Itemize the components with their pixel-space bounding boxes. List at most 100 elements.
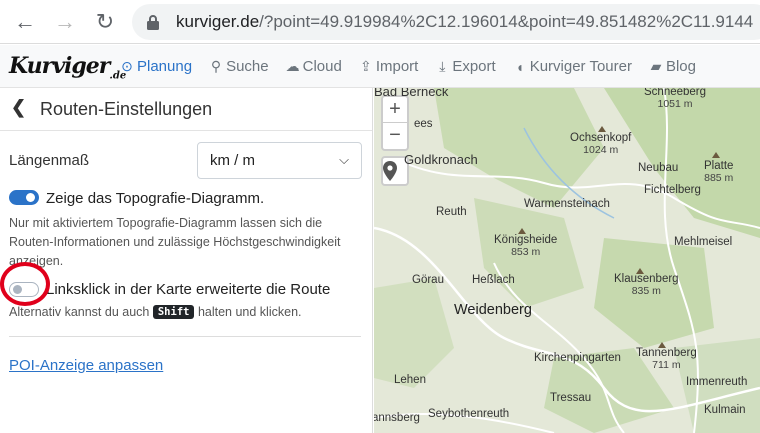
- menu-item-suche[interactable]: ⚲ Suche: [209, 58, 269, 75]
- menu-label: Cloud: [302, 58, 342, 75]
- menu-item-planung[interactable]: ⊙ Planung: [120, 58, 192, 75]
- compass-icon: ⊙: [121, 58, 133, 74]
- unit-label: Längenmaß: [9, 152, 90, 169]
- map-label: Kulmain: [704, 404, 746, 416]
- book-icon: ▰: [650, 58, 662, 74]
- map-label: Kirchenpingarten: [534, 352, 621, 364]
- poi-settings-link[interactable]: POI-Anzeige anpassen: [9, 357, 163, 374]
- map-label: Tressau: [550, 392, 592, 404]
- place-name: Königsheide: [494, 234, 558, 246]
- back-arrow-icon[interactable]: ←: [12, 9, 38, 35]
- page-title: Routen-Einstellungen: [40, 99, 213, 119]
- topo-diagram-toggle[interactable]: [9, 190, 39, 205]
- kurviger-logo[interactable]: Kurviger.de: [9, 53, 126, 81]
- menu-label: Kurviger Tourer: [529, 58, 632, 75]
- map-label: Fichtelberg: [644, 184, 701, 196]
- topo-diagram-help: Nur mit aktiviertem Topografie-Diagramm …: [9, 216, 341, 268]
- map-label: Warmensteinach: [524, 198, 610, 210]
- place-elevation: 885 m: [704, 172, 734, 184]
- reload-icon[interactable]: ↻: [92, 9, 118, 35]
- peak-icon: [598, 126, 606, 132]
- map-label: Görau: [412, 274, 444, 286]
- map-label: Immenreuth: [686, 376, 748, 388]
- divider: [9, 336, 361, 337]
- place-name: Schneeberg: [644, 88, 707, 98]
- zoom-out-button[interactable]: −: [383, 123, 407, 149]
- unit-select-value: km / m: [210, 152, 255, 169]
- menu-item-import[interactable]: ⇪ Import: [359, 58, 419, 75]
- map-pin-icon: [383, 161, 397, 181]
- download-icon: ⤓: [439, 58, 446, 74]
- menu-label: Export: [452, 58, 496, 75]
- menu-label: Import: [375, 58, 419, 75]
- map-label: Platte 885 m: [704, 160, 733, 184]
- chevron-down-icon: ⌵: [339, 152, 349, 167]
- menu-item-cloud[interactable]: ☁ Cloud: [286, 58, 342, 75]
- map-label: Tannenberg 711 m: [636, 347, 697, 371]
- map-label: Lehen: [394, 374, 426, 386]
- map-label: Königsheide 853 m: [494, 234, 557, 258]
- highlight-circle: [0, 262, 50, 306]
- place-elevation: 711 m: [652, 359, 681, 371]
- menu-item-kurviger-tourer[interactable]: ◖ Kurviger Tourer: [513, 58, 632, 75]
- cloud-icon: ☁: [285, 58, 300, 74]
- url-host: kurviger.de: [176, 12, 260, 31]
- map-view[interactable]: + − Bad Berneck Schneeberg 1051 m Ochsenk…: [374, 88, 760, 433]
- help-text: Alternativ kannst du auch: [9, 305, 150, 319]
- peak-icon: [658, 342, 666, 348]
- menu-label: Planung: [137, 58, 193, 75]
- menu-label: Blog: [665, 58, 696, 75]
- logo-text: Kurviger: [9, 53, 110, 79]
- topo-diagram-label: Zeige das Topografie-Diagramm.: [46, 190, 265, 207]
- menu-item-blog[interactable]: ▰ Blog: [649, 58, 696, 75]
- url-path: /?point=49.919984%2C12.196014&point=49.8…: [259, 12, 754, 31]
- map-label: Heßlach: [472, 274, 515, 286]
- menu-label: Suche: [226, 58, 269, 75]
- map-label: Ochsenkopf 1024 m: [570, 132, 631, 156]
- map-label: Klausenberg 835 m: [614, 273, 679, 297]
- map-label: Mehlmeisel: [674, 236, 733, 248]
- peak-icon: [712, 152, 720, 158]
- chevron-left-icon[interactable]: ❮: [11, 97, 26, 118]
- settings-sidebar: ❮ Routen-Einstellungen Längenmaß km / m …: [0, 88, 373, 433]
- leftclick-extend-help: Alternativ kannst du auch Shift halten u…: [9, 305, 302, 319]
- search-icon: ⚲: [210, 58, 222, 74]
- main-menu: ⊙ Planung ⚲ Suche ☁ Cloud ⇪ Import ⤓ Export ◖…: [120, 58, 713, 75]
- lock-icon: [147, 15, 159, 30]
- unit-select[interactable]: km / m ⌵: [197, 142, 362, 179]
- map-label: Bad Berneck: [374, 88, 449, 99]
- zoom-in-button[interactable]: +: [383, 97, 407, 123]
- browser-toolbar: ← → ↻ kurviger.de/?point=49.919984%2C12.…: [0, 0, 760, 44]
- place-name: Platte: [704, 160, 734, 172]
- address-bar[interactable]: kurviger.de/?point=49.919984%2C12.196014…: [132, 4, 760, 40]
- map-label: Goldkronach: [404, 152, 478, 167]
- toggle-knob: [26, 193, 35, 202]
- place-elevation: 853 m: [511, 246, 541, 258]
- kurviger-icon: ◖: [515, 58, 524, 75]
- place-name: Tannenberg: [636, 347, 697, 359]
- help-text: halten und klicken.: [197, 305, 302, 319]
- url-text: kurviger.de/?point=49.919984%2C12.196014…: [176, 12, 753, 32]
- sidebar-header: ❮ Routen-Einstellungen: [0, 88, 372, 131]
- map-label: Seybothenreuth: [428, 408, 510, 420]
- leftclick-extend-label: Linksklick in der Karte erweiterte die R…: [46, 281, 331, 298]
- map-label: Schneeberg 1051 m: [644, 88, 706, 110]
- map-label: ees: [414, 118, 433, 130]
- place-name: Ochsenkopf: [570, 132, 632, 144]
- peak-icon: [518, 228, 526, 234]
- map-label: Weidenberg: [454, 302, 532, 318]
- place-name: Klausenberg: [614, 273, 679, 285]
- shift-key-badge: Shift: [152, 305, 195, 319]
- place-elevation: 835 m: [631, 285, 661, 297]
- zoom-control: + −: [381, 95, 409, 151]
- map-label: annsberg: [374, 412, 420, 424]
- forward-arrow-icon[interactable]: →: [52, 9, 78, 35]
- app-navbar: Kurviger.de ⊙ Planung ⚲ Suche ☁ Cloud ⇪ Impo…: [0, 45, 760, 88]
- place-elevation: 1024 m: [583, 144, 619, 156]
- place-elevation: 1051 m: [657, 98, 693, 110]
- peak-icon: [636, 268, 644, 274]
- menu-item-export[interactable]: ⤓ Export: [435, 58, 495, 75]
- map-label: Neubau: [638, 162, 679, 174]
- upload-icon: ⇪: [359, 58, 372, 74]
- map-label: Reuth: [436, 206, 467, 218]
